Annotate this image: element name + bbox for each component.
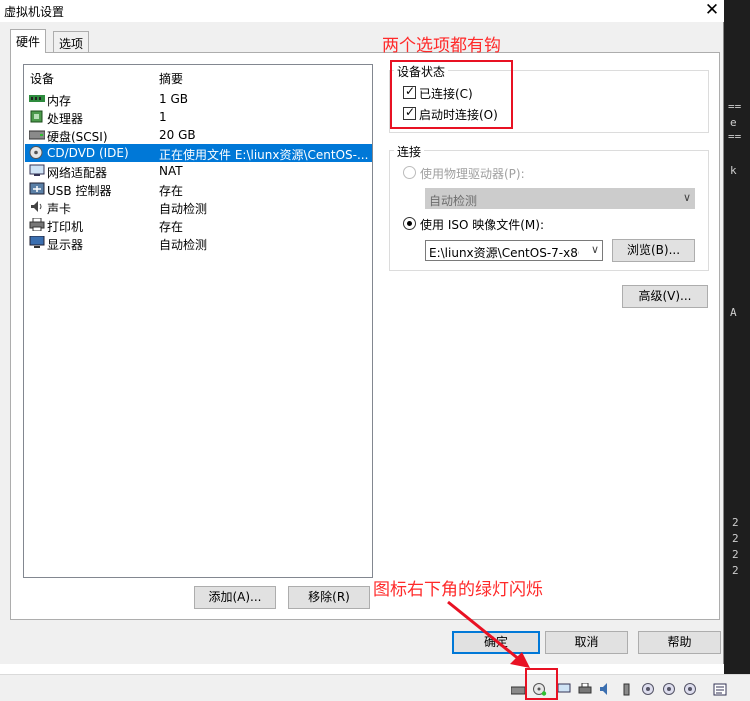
device-row-usb[interactable]: USB 控制器 存在 <box>25 180 372 198</box>
iso-file-label[interactable]: 使用 ISO 映像文件(M): <box>420 216 544 233</box>
close-button[interactable]: ✕ <box>700 0 724 22</box>
background-text: A <box>730 306 737 319</box>
cancel-button[interactable]: 取消 <box>545 631 628 654</box>
connection-title: 连接 <box>394 143 425 160</box>
add-button[interactable]: 添加(A)... <box>194 586 276 609</box>
device-row-network-adapter[interactable]: 网络适配器 NAT <box>25 162 372 180</box>
device-summary: 1 <box>159 110 167 124</box>
physical-drive-label[interactable]: 使用物理驱动器(P): <box>420 165 525 182</box>
physical-drive-select[interactable]: 自动检测 ∨ <box>425 188 695 209</box>
device-name: 打印机 <box>47 220 84 234</box>
annotation-arrow <box>447 600 530 668</box>
device-summary: 20 GB <box>159 128 196 142</box>
device-summary: 自动检测 <box>159 238 208 252</box>
device-name: CD/DVD (IDE) <box>47 146 129 160</box>
device-row-printer[interactable]: 打印机 存在 <box>25 216 372 234</box>
sound-card-icon <box>31 201 42 212</box>
background-text: 2 <box>732 564 739 577</box>
device-row-sound-card[interactable]: 声卡 自动检测 <box>25 198 372 216</box>
chevron-down-icon: ∨ <box>590 243 599 256</box>
vm-settings-dialog: 虚拟机设置 ✕ 硬件 选项 设备 摘要 内存 1 GB 处理器 1 硬盘(SCS… <box>0 0 724 664</box>
iso-path-value: E:\liunx资源\CentOS-7-x86_ <box>429 246 579 260</box>
tab-hardware[interactable]: 硬件 <box>10 29 47 53</box>
vm-status-bar <box>0 674 750 701</box>
background-text: == <box>728 130 742 143</box>
printer-icon[interactable] <box>578 683 592 696</box>
window-title: 虚拟机设置 <box>4 5 65 19</box>
device-name: 显示器 <box>47 238 84 252</box>
device-name: 内存 <box>47 94 72 108</box>
device-row-hard-disk[interactable]: 硬盘(SCSI) 20 GB <box>25 126 372 144</box>
chevron-down-icon: ∨ <box>682 191 691 204</box>
title-bar[interactable]: 虚拟机设置 ✕ <box>0 0 724 22</box>
sound-card-icon[interactable] <box>599 683 613 696</box>
cd-dvd-icon <box>29 146 43 159</box>
camera-icon[interactable] <box>641 683 655 696</box>
device-summary: 1 GB <box>159 92 188 106</box>
iso-path-combobox[interactable]: E:\liunx资源\CentOS-7-x86_ ∨ <box>425 240 603 261</box>
annotation-top: 两个选项都有钩 <box>382 36 501 56</box>
column-header-device[interactable]: 设备 <box>30 70 54 87</box>
display-icon <box>29 236 45 248</box>
device-row-memory[interactable]: 内存 1 GB <box>25 90 372 108</box>
physical-drive-radio[interactable] <box>403 166 416 179</box>
device-name: 声卡 <box>47 202 72 216</box>
network-adapter-icon <box>29 164 45 176</box>
browse-button[interactable]: 浏览(B)... <box>612 239 695 262</box>
printer-icon <box>29 218 45 231</box>
close-icon: ✕ <box>704 0 720 20</box>
background-text: == <box>728 100 742 113</box>
remove-button[interactable]: 移除(R) <box>288 586 370 609</box>
memory-icon <box>29 95 45 102</box>
iso-file-radio[interactable] <box>403 217 416 230</box>
device-summary: 存在 <box>159 220 184 234</box>
background-text: 2 <box>732 532 739 545</box>
cpu-icon <box>30 110 43 123</box>
highlight-cd-status-icon <box>525 668 558 700</box>
hard-disk-icon <box>29 130 45 140</box>
device-row-cpu[interactable]: 处理器 1 <box>25 108 372 126</box>
tab-options[interactable]: 选项 <box>53 31 90 52</box>
usb-icon[interactable] <box>620 683 634 696</box>
device-name: 处理器 <box>47 112 84 126</box>
column-header-summary[interactable]: 摘要 <box>159 70 183 87</box>
device-summary: 存在 <box>159 184 184 198</box>
background-text: 2 <box>732 516 739 529</box>
advanced-button[interactable]: 高级(V)... <box>622 285 708 308</box>
usb-icon <box>29 182 45 195</box>
device-row-cd-dvd[interactable]: CD/DVD (IDE) 正在使用文件 E:\liunx资源\CentOS-..… <box>25 144 372 162</box>
camera-icon[interactable] <box>662 683 676 696</box>
annotation-bottom: 图标右下角的绿灯闪烁 <box>373 580 543 600</box>
device-name: USB 控制器 <box>47 184 112 198</box>
physical-drive-value: 自动检测 <box>429 194 478 208</box>
device-summary: 正在使用文件 E:\liunx资源\CentOS-... <box>159 148 369 162</box>
background-text: k <box>730 164 737 177</box>
network-adapter-icon[interactable] <box>557 683 571 696</box>
background-text: e <box>730 116 737 129</box>
camera-icon[interactable] <box>683 683 697 696</box>
device-summary: 自动检测 <box>159 202 208 216</box>
background-window: == e == k A 2 2 2 2 <box>724 0 750 701</box>
device-name: 网络适配器 <box>47 166 108 180</box>
notes-icon[interactable] <box>713 683 727 696</box>
hard-disk-icon[interactable] <box>511 683 525 696</box>
device-list[interactable]: 设备 摘要 内存 1 GB 处理器 1 硬盘(SCSI) 20 GB CD/DV… <box>23 64 373 578</box>
help-button[interactable]: 帮助 <box>638 631 721 654</box>
device-summary: NAT <box>159 164 183 178</box>
background-text: 2 <box>732 548 739 561</box>
device-name: 硬盘(SCSI) <box>47 130 108 144</box>
device-row-display[interactable]: 显示器 自动检测 <box>25 234 372 252</box>
highlight-checkboxes <box>390 60 513 129</box>
